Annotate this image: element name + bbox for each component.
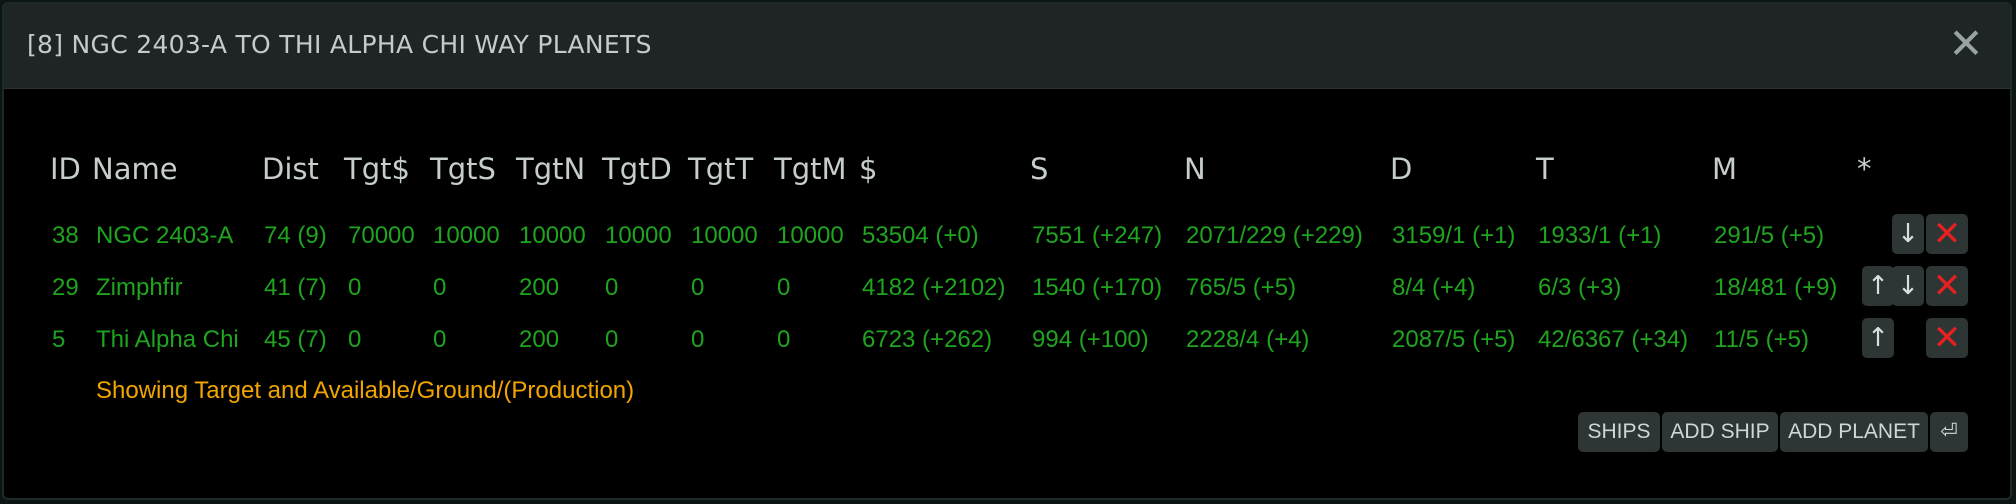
add-planet-button[interactable]: ADD PLANET bbox=[1780, 412, 1928, 452]
cell-t: 6/3 (+3) bbox=[1538, 274, 1622, 301]
legend-note: Showing Target and Available/Ground/(Pro… bbox=[96, 377, 635, 404]
remove-planet-button[interactable]: ✕ bbox=[1926, 266, 1968, 306]
cell-tgt-n: 200 bbox=[519, 274, 560, 301]
col-header-dist: Dist bbox=[262, 152, 319, 186]
col-header-tgt-d: TgtD bbox=[602, 152, 672, 186]
cell-tgt-d: 10000 bbox=[605, 222, 672, 249]
cell-money: 53504 (+0) bbox=[862, 222, 979, 249]
cell-tgt-m: 0 bbox=[777, 326, 791, 353]
col-header-money: $ bbox=[859, 152, 878, 186]
planet-route-window: [8] NGC 2403-A TO THI ALPHA CHI WAY PLAN… bbox=[2, 2, 2012, 500]
cell-tgt-m: 0 bbox=[777, 274, 791, 301]
cell-t: 1933/1 (+1) bbox=[1538, 222, 1662, 249]
close-icon[interactable]: ✕ bbox=[1944, 22, 1988, 66]
cell-d: 8/4 (+4) bbox=[1392, 274, 1476, 301]
cell-name: NGC 2403-A bbox=[96, 222, 234, 249]
cell-d: 2087/5 (+5) bbox=[1392, 326, 1516, 353]
cell-money: 4182 (+2102) bbox=[862, 274, 1006, 301]
move-up-button[interactable]: ↑ bbox=[1862, 318, 1894, 358]
move-up-button[interactable]: ↑ bbox=[1862, 266, 1894, 306]
cell-tgt-t: 0 bbox=[691, 326, 705, 353]
cell-dist: 41 (7) bbox=[264, 274, 327, 301]
col-header-tgt-s: TgtS bbox=[430, 152, 496, 186]
col-header-id: ID bbox=[50, 152, 81, 186]
col-header-name: Name bbox=[92, 152, 178, 186]
cell-tgt-money: 0 bbox=[348, 274, 362, 301]
cell-tgt-m: 10000 bbox=[777, 222, 844, 249]
move-down-button[interactable]: ↓ bbox=[1892, 214, 1924, 254]
cell-t: 42/6367 (+34) bbox=[1538, 326, 1689, 353]
col-header-tgt-n: TgtN bbox=[516, 152, 586, 186]
cell-tgt-money: 70000 bbox=[348, 222, 415, 249]
cell-tgt-money: 0 bbox=[348, 326, 362, 353]
col-header-m: M bbox=[1712, 152, 1738, 186]
cell-name: Zimphfir bbox=[96, 274, 183, 301]
cell-tgt-s: 10000 bbox=[433, 222, 500, 249]
cell-s: 7551 (+247) bbox=[1032, 222, 1163, 249]
cell-d: 3159/1 (+1) bbox=[1392, 222, 1516, 249]
cell-dist: 45 (7) bbox=[264, 326, 327, 353]
cell-n: 2071/229 (+229) bbox=[1186, 222, 1363, 249]
cell-s: 1540 (+170) bbox=[1032, 274, 1163, 301]
cell-s: 994 (+100) bbox=[1032, 326, 1149, 353]
col-header-d: D bbox=[1390, 152, 1413, 186]
cell-n: 765/5 (+5) bbox=[1186, 274, 1297, 301]
col-header-s: S bbox=[1030, 152, 1049, 186]
cell-money: 6723 (+262) bbox=[862, 326, 993, 353]
cell-tgt-n: 200 bbox=[519, 326, 560, 353]
col-header-tgt-m: TgtM bbox=[774, 152, 847, 186]
col-header-tgt-t: TgtT bbox=[688, 152, 754, 186]
cell-tgt-t: 10000 bbox=[691, 222, 758, 249]
col-header-star: * bbox=[1857, 152, 1872, 186]
cell-id: 38 bbox=[52, 222, 79, 249]
cell-tgt-s: 0 bbox=[433, 326, 447, 353]
move-down-button[interactable]: ↓ bbox=[1892, 266, 1924, 306]
cell-n: 2228/4 (+4) bbox=[1186, 326, 1310, 353]
remove-planet-button[interactable]: ✕ bbox=[1926, 318, 1968, 358]
cell-tgt-s: 0 bbox=[433, 274, 447, 301]
window-title: [8] NGC 2403-A TO THI ALPHA CHI WAY PLAN… bbox=[27, 30, 652, 59]
cell-tgt-d: 0 bbox=[605, 274, 619, 301]
ships-button[interactable]: SHIPS bbox=[1578, 412, 1660, 452]
cell-m: 291/5 (+5) bbox=[1714, 222, 1825, 249]
cell-m: 18/481 (+9) bbox=[1714, 274, 1838, 301]
cell-name: Thi Alpha Chi bbox=[96, 326, 239, 353]
cell-tgt-n: 10000 bbox=[519, 222, 586, 249]
title-bar: [8] NGC 2403-A TO THI ALPHA CHI WAY PLAN… bbox=[4, 4, 2010, 89]
add-ship-button[interactable]: ADD SHIP bbox=[1662, 412, 1778, 452]
cell-tgt-d: 0 bbox=[605, 326, 619, 353]
cell-m: 11/5 (+5) bbox=[1714, 326, 1809, 353]
cell-id: 29 bbox=[52, 274, 79, 301]
col-header-tgt-money: Tgt$ bbox=[344, 152, 410, 186]
cell-dist: 74 (9) bbox=[264, 222, 327, 249]
return-icon[interactable]: ⏎ bbox=[1930, 412, 1968, 452]
remove-planet-button[interactable]: ✕ bbox=[1926, 214, 1968, 254]
col-header-t: T bbox=[1536, 152, 1554, 186]
cell-id: 5 bbox=[52, 326, 66, 353]
cell-tgt-t: 0 bbox=[691, 274, 705, 301]
col-header-n: N bbox=[1184, 152, 1206, 186]
